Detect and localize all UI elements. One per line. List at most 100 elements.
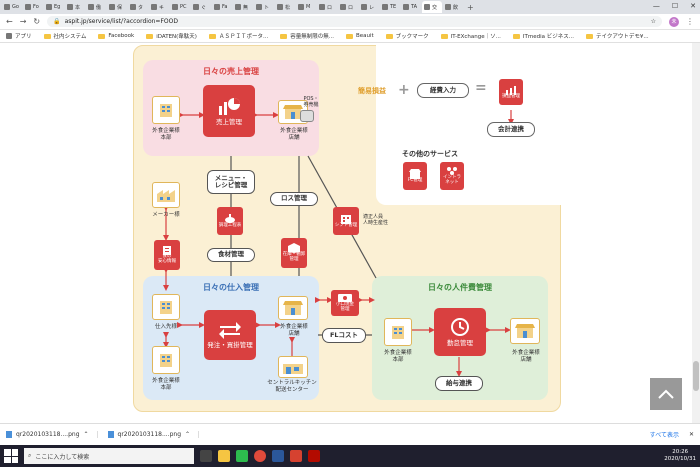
- bookmark-label: テイクアウトデモ¥...: [595, 34, 649, 40]
- task-view-icon[interactable]: [200, 450, 212, 462]
- browser-tab[interactable]: M: [296, 1, 316, 13]
- bookmark-item[interactable]: ＡＳＰＩＴポータ...: [208, 32, 268, 40]
- taskbar-search-placeholder: ここに入力して検索: [35, 453, 90, 461]
- plus-sign: +: [398, 82, 410, 98]
- browser-tab[interactable]: 本: [65, 1, 85, 13]
- browser-tab[interactable]: 松: [275, 1, 295, 13]
- browser-tab[interactable]: 保: [107, 1, 127, 13]
- favicon-icon: [46, 4, 52, 10]
- browser-tab[interactable]: ロ: [317, 1, 337, 13]
- purchase-title: 日々の仕入管理: [203, 283, 259, 292]
- folder-icon: [512, 33, 520, 39]
- menu-recipe-label: メニュー・ レシピ管理: [214, 173, 248, 189]
- download-item[interactable]: qr2020103118....png ⌃: [107, 431, 200, 438]
- bookmark-item[interactable]: ブックマーク: [385, 32, 429, 40]
- chevron-up-icon[interactable]: ⌃: [84, 431, 89, 438]
- food-safety-icon: 食の 安心情報: [154, 240, 180, 270]
- word-icon[interactable]: [272, 450, 284, 462]
- bookmark-item[interactable]: Facebook: [98, 33, 134, 39]
- close-icon[interactable]: ✕: [690, 2, 696, 10]
- petty-cash-icon: 小口現金 管理: [331, 290, 359, 316]
- tab-label: タ: [138, 4, 144, 11]
- scroll-to-top-button[interactable]: [650, 378, 682, 410]
- favicon-icon: [361, 4, 367, 10]
- favicon-icon: [319, 4, 325, 10]
- browser-tab[interactable]: PC: [170, 1, 190, 13]
- taskbar: ⌕ ここに入力して検索 20:26 2020/10/31: [0, 445, 700, 467]
- pl-management-label: 損益管理: [502, 93, 520, 99]
- url-field[interactable]: 🔒 aspit.jp/service/list/?accordion=FOOD …: [47, 16, 662, 27]
- browser-tab[interactable]: 飲: [443, 1, 463, 13]
- browser-tab[interactable]: キ: [149, 1, 169, 13]
- forward-icon[interactable]: →: [20, 17, 27, 26]
- bookmarks-bar: アプリ 社内システム Facebook iDATEN(韋駄天) ＡＳＰＩＴポータ... 容…: [0, 30, 700, 43]
- folder-icon: [208, 33, 216, 39]
- labor-hq-building-icon: [384, 318, 412, 346]
- minimize-icon[interactable]: —: [653, 2, 660, 10]
- tab-label: ロ: [348, 4, 354, 11]
- bookmark-item[interactable]: Beauit: [345, 33, 374, 39]
- bookmark-item[interactable]: アプリ: [6, 32, 32, 40]
- folder-icon: [585, 33, 593, 39]
- browser-tab[interactable]: ぐ: [191, 1, 211, 13]
- browser-tab[interactable]: タ: [128, 1, 148, 13]
- scrollbar-thumb[interactable]: [693, 361, 699, 391]
- bookmark-item[interactable]: iDATEN(韋駄天): [146, 32, 197, 40]
- tab-label: Fo: [33, 4, 39, 10]
- favicon-icon: [151, 4, 157, 10]
- browser-tab[interactable]: Fo: [23, 1, 43, 13]
- favicon-icon: [67, 4, 73, 10]
- inventory-label: 在庫・棚卸 管理: [282, 252, 306, 262]
- new-tab-button[interactable]: +: [464, 3, 477, 12]
- favicon-icon: [25, 4, 31, 10]
- windows-start-icon[interactable]: [4, 449, 18, 463]
- browser-tab[interactable]: 無: [233, 1, 253, 13]
- close-icon[interactable]: ✕: [689, 431, 694, 438]
- browser-tab[interactable]: Go: [2, 1, 22, 13]
- menu-icon[interactable]: ⋮: [686, 17, 694, 26]
- tab-label: 保: [117, 4, 123, 11]
- sales-management-label: 売上管理: [216, 117, 242, 126]
- browser-tab[interactable]: Fa: [212, 1, 232, 13]
- system-clock[interactable]: 20:26 2020/10/31: [664, 449, 696, 462]
- browser-tab[interactable]: ロ: [338, 1, 358, 13]
- taskbar-search-input[interactable]: ⌕ ここに入力して検索: [24, 448, 194, 464]
- browser-tab[interactable]: ト: [254, 1, 274, 13]
- browser-tab[interactable]: 働: [86, 1, 106, 13]
- folder-icon: [440, 33, 448, 39]
- favicon-icon: [4, 4, 10, 10]
- browser-tab[interactable]: Eg: [44, 1, 64, 13]
- bookmark-item[interactable]: 社内システム: [43, 32, 86, 40]
- fc-management-label: FC管理: [407, 177, 423, 183]
- acrobat-icon[interactable]: [308, 450, 320, 462]
- bookmark-item[interactable]: テイクアウトデモ¥...: [585, 32, 649, 40]
- line-app-icon[interactable]: [236, 450, 248, 462]
- reload-icon[interactable]: ↻: [33, 17, 40, 26]
- favicon-icon: [382, 4, 388, 10]
- equals-sign: =: [475, 80, 487, 96]
- browser-tab[interactable]: TA: [401, 1, 421, 13]
- tab-label: Go: [12, 4, 19, 10]
- avatar[interactable]: 未: [669, 16, 679, 27]
- apps-icon: [6, 33, 12, 39]
- tab-label: キ: [159, 4, 165, 11]
- favicon-icon: [256, 4, 262, 10]
- explorer-icon[interactable]: [218, 450, 230, 462]
- browser-tab[interactable]: 交: [422, 1, 442, 13]
- page-scrollbar[interactable]: [692, 43, 700, 423]
- bookmark-item[interactable]: IT-EXchange｜ソ...: [440, 32, 501, 40]
- chevron-up-icon[interactable]: ⌃: [185, 431, 190, 438]
- tab-label: 松: [285, 4, 291, 11]
- bookmark-item[interactable]: 容量無制限の無...: [280, 32, 334, 40]
- browser-tab[interactable]: レ: [359, 1, 379, 13]
- bookmark-item[interactable]: ITmedia ビジネス...: [512, 32, 574, 40]
- download-item[interactable]: qr2020103118....png ⌃: [6, 431, 98, 438]
- browser-tab[interactable]: TE: [380, 1, 400, 13]
- show-all-downloads-link[interactable]: すべて表示: [650, 430, 679, 439]
- back-icon[interactable]: ←: [6, 17, 13, 26]
- tab-label: TA: [411, 4, 418, 10]
- maximize-icon[interactable]: ☐: [672, 2, 678, 10]
- powerpoint-icon[interactable]: [290, 450, 302, 462]
- chrome-icon[interactable]: [254, 450, 266, 462]
- star-icon[interactable]: ☆: [651, 18, 656, 25]
